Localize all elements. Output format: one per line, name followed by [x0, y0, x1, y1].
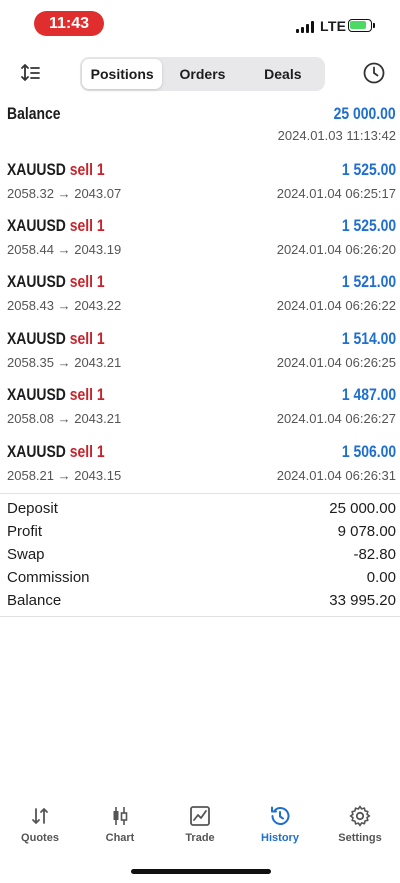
trade-datetime: 2024.01.04 06:25:17 — [276, 186, 396, 201]
trade-symbol: XAUUSD sell 1 — [7, 442, 105, 461]
tab-quotes[interactable]: Quotes — [0, 796, 80, 856]
summary-label: Swap — [7, 546, 45, 563]
summary-row-balance: Balance 33 995.20 — [0, 590, 400, 613]
trade-symbol: XAUUSD sell 1 — [7, 385, 105, 404]
trade-datetime: 2024.01.04 06:26:27 — [276, 411, 396, 426]
trade-side: sell 1 — [69, 442, 105, 461]
trade-prices: 2058.35 → 2043.21 — [7, 355, 122, 370]
tab-label: Trade — [185, 832, 215, 844]
trade-row[interactable]: XAUUSD sell 1 2058.08 → 2043.21 1 487.00… — [0, 381, 400, 437]
tab-positions[interactable]: Positions — [82, 59, 163, 89]
tab-bar: Quotes Chart Trade History Settings — [0, 796, 400, 856]
trade-side: sell 1 — [69, 385, 105, 404]
trade-side: sell 1 — [69, 160, 105, 179]
tab-deals[interactable]: Deals — [243, 59, 323, 89]
trade-prices: 2058.21 → 2043.15 — [7, 468, 122, 483]
battery-cap — [373, 23, 375, 28]
trade-profit: 1 506.00 — [341, 442, 396, 461]
trade-profit: 1 521.00 — [341, 272, 396, 291]
summary-bottom-divider — [0, 616, 400, 617]
trade-row[interactable]: XAUUSD sell 1 2058.32 → 2043.07 1 525.00… — [0, 156, 400, 212]
trade-prices: 2058.32 → 2043.07 — [7, 186, 122, 201]
battery-icon — [348, 19, 372, 32]
history-icon — [271, 806, 290, 825]
tab-label: Settings — [338, 832, 382, 844]
trade-datetime: 2024.01.04 06:26:20 — [276, 242, 396, 257]
trade-row[interactable]: XAUUSD sell 1 2058.21 → 2043.15 1 506.00… — [0, 438, 400, 494]
summary-value: 0.00 — [366, 569, 396, 586]
tab-label: Chart — [105, 832, 135, 844]
balance-label: Balance — [7, 104, 61, 123]
trade-profit: 1 525.00 — [341, 160, 396, 179]
trade-profit: 1 487.00 — [341, 385, 396, 404]
gear-icon — [349, 805, 371, 827]
summary-label: Balance — [7, 592, 62, 609]
segmented-control: Positions Orders Deals — [80, 57, 325, 91]
trade-symbol: XAUUSD sell 1 — [7, 272, 105, 291]
trade-row[interactable]: XAUUSD sell 1 2058.43 → 2043.22 1 521.00… — [0, 268, 400, 324]
trade-datetime: 2024.01.04 06:26:25 — [276, 355, 396, 370]
trade-side: sell 1 — [69, 216, 105, 235]
quotes-icon — [32, 808, 48, 824]
sort-icon[interactable] — [18, 61, 42, 85]
tab-orders[interactable]: Orders — [162, 59, 242, 89]
trade-profit: 1 514.00 — [341, 329, 396, 348]
trade-icon — [190, 806, 210, 826]
summary-divider — [0, 493, 400, 494]
toolbar: Positions Orders Deals — [0, 52, 400, 96]
signal-icon — [296, 21, 316, 33]
status-bar: 11:43 LTE — [0, 0, 400, 48]
home-indicator — [131, 869, 271, 874]
balance-amount: 25 000.00 — [333, 104, 396, 123]
balance-row[interactable]: Balance 25 000.00 2024.01.03 11:13:42 — [0, 100, 400, 150]
balance-datetime: 2024.01.03 11:13:42 — [277, 128, 396, 143]
trade-row[interactable]: XAUUSD sell 1 2058.44 → 2043.19 1 525.00… — [0, 212, 400, 268]
candlestick-icon — [113, 807, 128, 825]
summary-value: 9 078.00 — [337, 523, 396, 540]
summary-value: 25 000.00 — [329, 500, 396, 517]
trade-row[interactable]: XAUUSD sell 1 2058.35 → 2043.21 1 514.00… — [0, 325, 400, 381]
trade-side: sell 1 — [69, 272, 105, 291]
trade-prices: 2058.08 → 2043.21 — [7, 411, 122, 426]
summary-row-profit: Profit 9 078.00 — [0, 521, 400, 544]
summary-value: -82.80 — [353, 546, 396, 563]
trade-profit: 1 525.00 — [341, 216, 396, 235]
trade-symbol: XAUUSD sell 1 — [7, 329, 105, 348]
trade-datetime: 2024.01.04 06:26:22 — [276, 298, 396, 313]
tab-trade[interactable]: Trade — [160, 796, 240, 856]
status-time: 11:43 — [34, 11, 104, 36]
network-label: LTE — [320, 18, 347, 34]
summary-value: 33 995.20 — [329, 592, 396, 609]
tab-chart[interactable]: Chart — [80, 796, 160, 856]
summary-label: Profit — [7, 523, 43, 540]
tab-history[interactable]: History — [240, 796, 320, 856]
trade-symbol: XAUUSD sell 1 — [7, 216, 105, 235]
trade-side: sell 1 — [69, 329, 105, 348]
clock-icon[interactable] — [362, 61, 386, 85]
trade-prices: 2058.44 → 2043.19 — [7, 242, 122, 257]
summary-row-deposit: Deposit 25 000.00 — [0, 498, 400, 521]
tab-settings[interactable]: Settings — [320, 796, 400, 856]
summary-row-swap: Swap -82.80 — [0, 544, 400, 567]
tab-label: Quotes — [21, 832, 59, 844]
trade-prices: 2058.43 → 2043.22 — [7, 298, 122, 313]
summary-label: Commission — [7, 569, 90, 586]
summary-row-commission: Commission 0.00 — [0, 567, 400, 590]
trade-symbol: XAUUSD sell 1 — [7, 160, 105, 179]
summary-panel: Deposit 25 000.00 Profit 9 078.00 Swap -… — [0, 498, 400, 613]
tab-label: History — [261, 832, 299, 844]
summary-label: Deposit — [7, 500, 58, 517]
trade-datetime: 2024.01.04 06:26:31 — [276, 468, 396, 483]
